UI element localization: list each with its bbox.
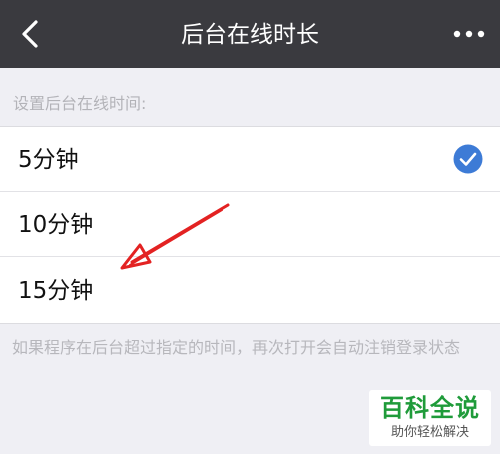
- option-list: 5分钟 10分钟 15分钟: [0, 126, 500, 324]
- option-5-minutes[interactable]: 5分钟: [0, 127, 500, 192]
- divider: [0, 256, 500, 257]
- more-dots-icon[interactable]: [452, 28, 486, 40]
- option-15-minutes[interactable]: 15分钟: [0, 258, 500, 323]
- option-label: 15分钟: [18, 278, 94, 304]
- option-label: 5分钟: [18, 147, 79, 173]
- option-10-minutes[interactable]: 10分钟: [0, 192, 500, 257]
- page-title: 后台在线时长: [181, 22, 319, 48]
- nav-bar: 后台在线时长: [0, 0, 500, 68]
- option-label: 10分钟: [18, 212, 94, 238]
- checkmark-icon: [453, 144, 483, 174]
- hint-text: 如果程序在后台超过指定的时间，再次打开会自动注销登录状态: [12, 338, 461, 357]
- section-label: 设置后台在线时间:: [13, 94, 147, 113]
- watermark-title: 百科全说: [380, 394, 480, 422]
- watermark-logo: 百科全说 助你轻松解决: [369, 390, 491, 446]
- watermark-subtitle: 助你轻松解决: [390, 425, 469, 440]
